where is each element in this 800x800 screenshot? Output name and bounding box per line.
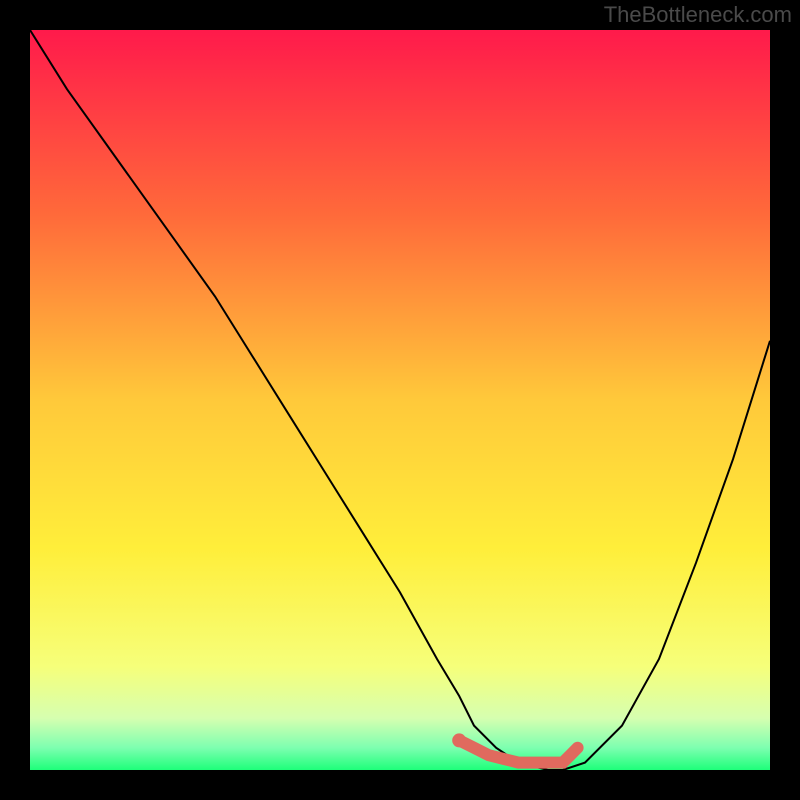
chart-svg [30, 30, 770, 770]
attribution-text: TheBottleneck.com [604, 2, 792, 28]
plot-area [30, 30, 770, 770]
chart-frame: TheBottleneck.com [0, 0, 800, 800]
current-point-dot [452, 733, 466, 747]
